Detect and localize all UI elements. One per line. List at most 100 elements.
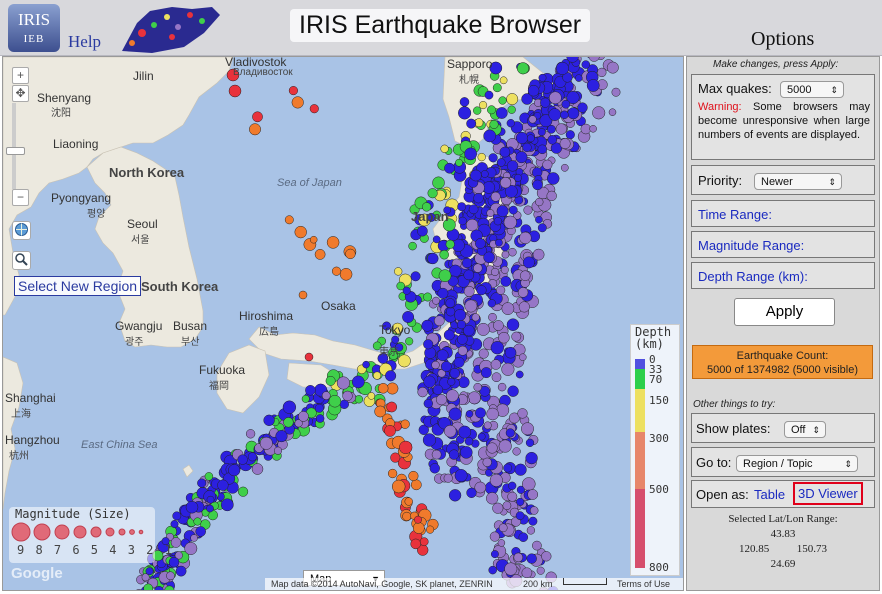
earthquake-marker[interactable] [506, 160, 519, 172]
earthquake-marker[interactable] [245, 429, 256, 439]
earthquake-marker[interactable] [273, 446, 283, 455]
earthquake-marker[interactable] [486, 492, 499, 505]
earthquake-marker[interactable] [490, 267, 500, 276]
earthquake-marker[interactable] [438, 269, 452, 283]
earthquake-marker[interactable] [525, 438, 535, 447]
earthquake-marker[interactable] [517, 408, 528, 419]
earthquake-marker[interactable] [521, 567, 533, 579]
earthquake-marker[interactable] [443, 473, 453, 483]
earthquake-marker[interactable] [592, 106, 606, 120]
earthquake-marker[interactable] [581, 60, 591, 69]
earthquake-marker[interactable] [345, 248, 356, 260]
earthquake-marker[interactable] [542, 159, 553, 170]
earthquake-marker[interactable] [443, 329, 455, 341]
earthquake-marker[interactable] [444, 162, 455, 174]
earthquake-marker[interactable] [377, 383, 389, 394]
earthquake-marker[interactable] [526, 553, 537, 564]
earthquake-marker[interactable] [577, 102, 588, 113]
earthquake-marker[interactable] [515, 511, 525, 521]
earthquake-marker[interactable] [298, 290, 308, 300]
earthquake-marker[interactable] [404, 497, 413, 506]
earthquake-marker[interactable] [479, 101, 488, 110]
earthquake-marker[interactable] [532, 540, 542, 551]
earthquake-marker[interactable] [394, 267, 403, 276]
earthquake-marker[interactable] [249, 123, 261, 136]
earthquake-marker[interactable] [559, 138, 571, 150]
earthquake-marker[interactable] [387, 468, 398, 479]
earthquake-marker[interactable] [588, 57, 600, 62]
earthquake-marker[interactable] [606, 61, 619, 74]
earthquake-marker[interactable] [497, 539, 506, 547]
earthquake-marker[interactable] [498, 439, 512, 453]
earthquake-marker[interactable] [475, 407, 486, 419]
earthquake-marker[interactable] [448, 449, 460, 460]
earthquake-marker[interactable] [305, 385, 316, 396]
select-new-region-button[interactable]: Select New Region [14, 276, 142, 296]
earthquake-marker[interactable] [490, 550, 499, 559]
earthquake-marker[interactable] [541, 551, 552, 562]
earthquake-marker[interactable] [435, 394, 448, 406]
earthquake-marker[interactable] [463, 269, 475, 281]
earthquake-marker[interactable] [423, 339, 434, 350]
earthquake-marker[interactable] [492, 502, 504, 514]
earthquake-marker[interactable] [184, 542, 198, 555]
earthquake-marker[interactable] [282, 400, 297, 414]
earthquake-marker[interactable] [206, 495, 215, 504]
magnitude-range-link[interactable]: Magnitude Range: [698, 238, 804, 253]
earthquake-marker[interactable] [448, 407, 462, 421]
terms-of-use-link[interactable]: Terms of Use [617, 578, 670, 590]
earthquake-marker[interactable] [540, 589, 549, 591]
earthquake-marker[interactable] [560, 163, 569, 172]
earthquake-marker[interactable] [464, 299, 478, 313]
earthquake-marker[interactable] [190, 534, 198, 542]
earthquake-marker[interactable] [251, 463, 264, 475]
earthquake-marker[interactable] [478, 348, 489, 359]
earthquake-marker[interactable] [354, 395, 364, 404]
earthquake-marker[interactable] [315, 414, 325, 423]
earthquake-marker[interactable] [483, 421, 492, 430]
earthquake-marker[interactable] [185, 500, 199, 514]
earthquake-marker[interactable] [275, 430, 288, 443]
earthquake-marker[interactable] [482, 457, 492, 467]
earthquake-marker[interactable] [468, 204, 479, 215]
zoom-slider-handle[interactable] [6, 147, 25, 155]
zoom-out-button[interactable]: − [12, 189, 29, 206]
earthquake-marker[interactable] [405, 337, 414, 346]
earthquake-marker[interactable] [397, 354, 411, 368]
earthquake-marker[interactable] [514, 463, 527, 476]
earthquake-marker[interactable] [166, 571, 175, 581]
earthquake-marker[interactable] [252, 111, 263, 123]
earthquake-marker[interactable] [414, 515, 422, 524]
earthquake-marker[interactable] [597, 67, 607, 78]
earthquake-marker[interactable] [507, 385, 519, 397]
earthquake-marker[interactable] [490, 191, 501, 202]
table-link[interactable]: Table [754, 487, 785, 502]
earthquake-marker[interactable] [466, 487, 477, 498]
earthquake-marker[interactable] [518, 301, 530, 313]
earthquake-marker[interactable] [488, 312, 497, 322]
earthquake-marker[interactable] [537, 144, 548, 155]
max-quakes-select[interactable]: 5000 ⇕ [780, 81, 844, 98]
3d-viewer-link[interactable]: 3D Viewer [793, 482, 863, 505]
earthquake-marker[interactable] [417, 386, 428, 398]
earthquake-marker[interactable] [466, 118, 477, 129]
earthquake-marker[interactable] [467, 391, 481, 405]
zoom-slider-track[interactable] [12, 103, 16, 189]
earthquake-marker[interactable] [423, 292, 433, 302]
earthquake-marker[interactable] [464, 147, 477, 161]
earthquake-marker[interactable] [486, 442, 498, 454]
earthquake-marker[interactable] [480, 367, 492, 379]
earthquake-marker[interactable] [537, 223, 547, 233]
earthquake-marker[interactable] [384, 425, 396, 437]
time-range-link[interactable]: Time Range: [698, 207, 772, 222]
depth-range-link[interactable]: Depth Range (km): [698, 269, 808, 284]
earthquake-marker[interactable] [445, 307, 456, 317]
earthquake-marker[interactable] [506, 93, 519, 106]
earthquake-marker[interactable] [517, 287, 529, 298]
earthquake-marker[interactable] [526, 526, 536, 535]
earthquake-marker[interactable] [498, 96, 507, 105]
earthquake-marker[interactable] [408, 241, 417, 251]
zoom-in-button[interactable]: + [12, 67, 29, 84]
earthquake-marker[interactable] [516, 62, 530, 75]
earthquake-marker[interactable] [309, 104, 319, 114]
